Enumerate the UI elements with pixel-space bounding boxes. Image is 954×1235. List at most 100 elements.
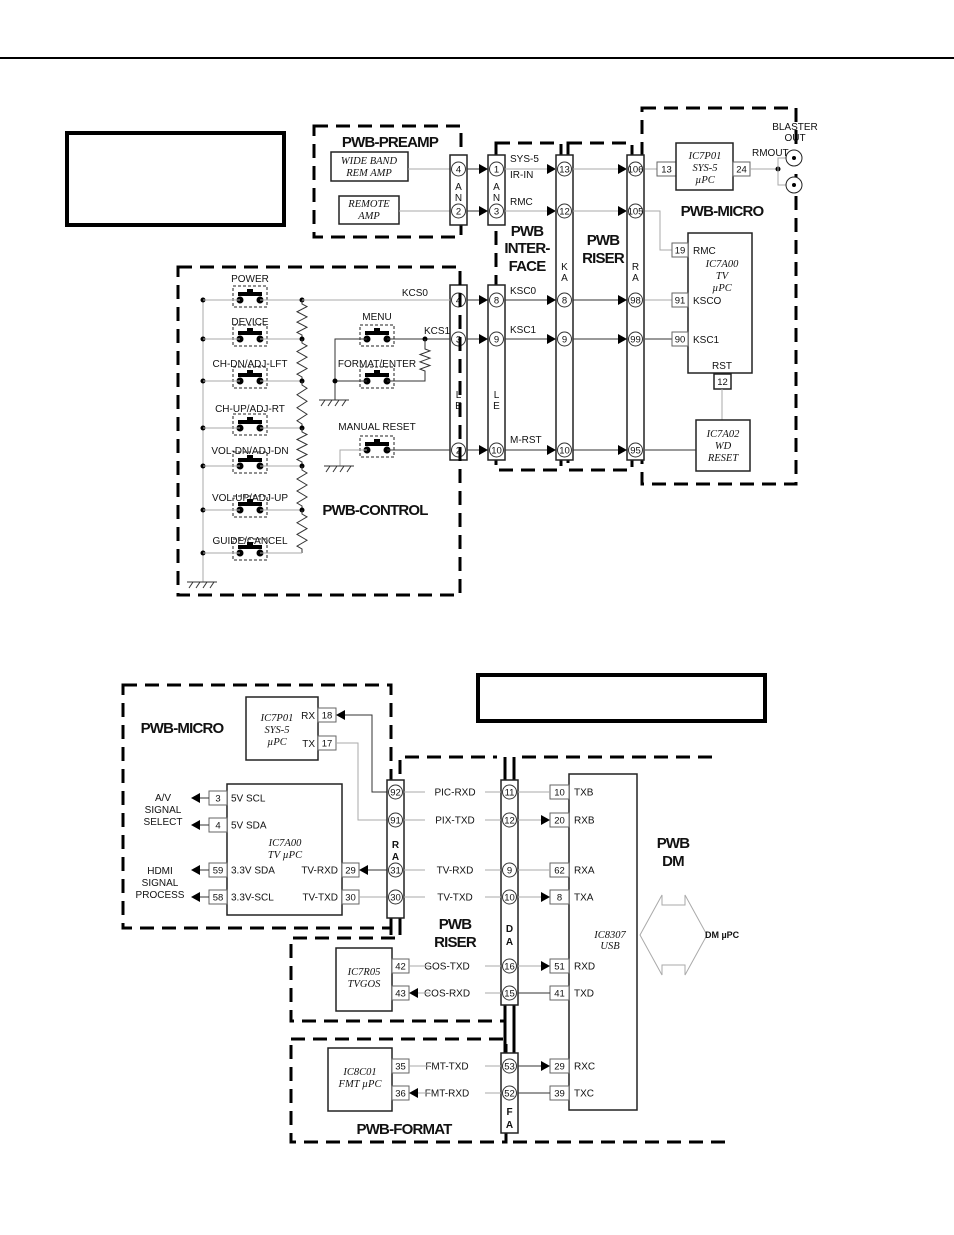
pin-number: 105 [628,207,644,218]
resistor-icon [418,345,432,375]
button-cap [374,328,380,332]
label: IC7A00 [268,838,302,849]
pwb-interface-title: FACE [509,258,547,275]
label: RXC [574,1062,595,1073]
pwb-format-title: PWB-FORMAT [356,1121,452,1138]
rmout-label: RMOUT [752,148,789,159]
pwb-micro-title-2: PWB-MICRO [141,720,225,737]
pin-number: 3 [215,794,220,805]
pin-number: 4 [215,821,220,832]
wire [345,714,387,793]
arrow-icon [191,865,200,875]
label: KSC1 [693,335,720,346]
hdmi-signal-label: SIGNAL [142,878,179,889]
label: RMC [693,246,716,257]
pin-number: 19 [675,246,686,257]
arrow-icon [336,710,345,720]
pin-number: 18 [322,711,333,722]
label: IC8C01 [342,1067,376,1078]
button-cap [247,455,253,459]
button-cap [247,289,253,293]
block-diagram: PWB-PREAMPWIDE BANDREM AMPREMOTEAMP42AN1… [0,57,954,1144]
arrow-icon [618,206,627,216]
ground-hatch [320,399,326,407]
pin-number: 29 [345,866,356,877]
resistor-icon [295,339,309,381]
ground-hatch [332,465,338,473]
connector-letter: N [493,193,500,204]
label: IC7R05 [347,967,381,978]
pwb-dm-title: PWB [657,835,691,852]
pin-number: 1 [494,165,499,176]
signal-label: FMT-RXD [425,1089,469,1100]
pwb-dm-title: DM [662,853,684,870]
pin-number: 95 [630,446,641,457]
signal-label: KSC0 [510,286,537,297]
connector [487,284,506,461]
pin-number: 10 [504,893,515,904]
av-signal-label: SELECT [144,817,183,828]
arrow-icon [191,820,200,830]
signal-label: IR-IN [510,170,533,181]
pwb-preamp-title: PWB-PREAMP [342,134,439,151]
arrow-icon [618,445,627,455]
connector-letter: N [455,193,462,204]
pin-number: 53 [504,1062,515,1073]
pin-number: 16 [504,962,515,973]
label: SYS-5 [692,163,717,174]
label: KSCO [693,296,722,307]
kcs0-label: KCS0 [402,288,429,299]
wire [645,210,672,251]
label: WD [715,441,732,452]
label: TXA [574,893,594,904]
pin-number: 4 [456,165,461,176]
arrow-icon [547,164,556,174]
junction-dot [332,378,338,384]
pin-number: 20 [554,816,565,827]
pin-number: 29 [554,1062,565,1073]
pwb-riser-title: RISER [582,250,625,267]
pin-number: 62 [554,866,565,877]
signal-label: TV-TXD [437,893,473,904]
label: IC7P01 [688,151,722,162]
signal-label: SYS-5 [510,154,539,165]
label: µPC [267,737,287,748]
pin-number: 13 [661,165,672,176]
blaster-out-label: OUT [784,133,805,144]
arrow-icon [541,961,550,971]
pwb-riser-title: PWB [587,232,621,249]
signal-label: GOS-TXD [424,962,470,973]
label: USB [600,941,620,952]
button-label: CH-DN/ADJ-LFT [213,359,288,370]
blaster-out-label: BLASTER [772,122,818,133]
pin-number: 91 [390,816,401,827]
pin-number: 90 [675,335,686,346]
blank-title-box-2 [476,673,767,723]
button-label: DEVICE [231,317,269,328]
connector-letter: A [506,937,513,948]
label: TVGOS [348,979,381,990]
label: TV-TXD [302,893,338,904]
av-signal-label: A/V [155,793,171,804]
resistor-icon [295,428,309,466]
connector-letter: E [493,401,500,412]
pin-number: 8 [562,296,567,307]
arrow-icon [541,815,550,825]
pin-number: 2 [456,207,461,218]
label: RXA [574,866,595,877]
pin-number: 59 [213,866,224,877]
arrow-icon [547,295,556,305]
dm-upc-label: DM µPC [705,930,740,940]
arrow-icon [547,334,556,344]
pwb-interface-title: INTER- [504,240,550,257]
ground-hatch [202,581,208,589]
label: RX [301,711,315,722]
signal-label: M-RST [510,435,542,446]
button-label: MANUAL RESET [338,422,415,433]
label: WIDE BAND [341,156,398,167]
label: 3.3V-SCL [231,893,274,904]
pin-number: 43 [395,989,406,1000]
label: µPC [695,175,715,186]
label: TX [302,739,315,750]
signal-label: COS-RXD [424,989,470,1000]
